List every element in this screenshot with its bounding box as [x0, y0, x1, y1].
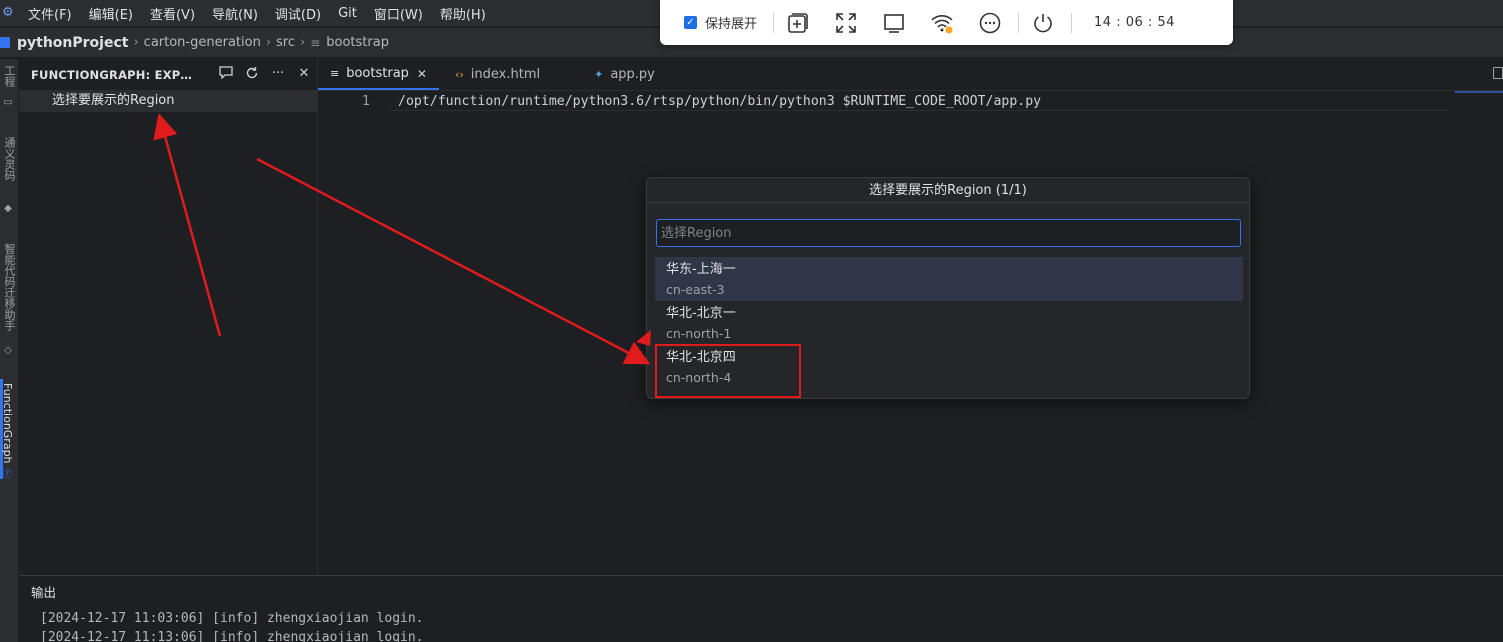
tab-bootstrap[interactable]: ≡ bootstrap ✕	[318, 59, 439, 90]
monitor-icon[interactable]	[870, 12, 918, 34]
popup-title: 选择要展示的Region (1/1)	[647, 178, 1249, 203]
option-label: 华东-上海一	[666, 262, 736, 277]
scrollbar-marker	[1455, 91, 1503, 93]
strip-functiongraph-label[interactable]: FunctionGraph	[1, 383, 14, 464]
project-icon[interactable]: ▭	[2, 97, 14, 109]
breadcrumb-file[interactable]: bootstrap	[326, 35, 389, 50]
menu-view[interactable]: 查看(V)	[150, 4, 195, 23]
more-actions-icon[interactable]: ···	[265, 66, 291, 84]
option-description: cn-east-3	[666, 282, 725, 297]
editor-tabs: ≡ bootstrap ✕ ‹› index.html ✦ app.py	[318, 59, 1503, 91]
output-line: [2024-12-17 11:13:06] [info] zhengxiaoji…	[40, 630, 424, 642]
option-label: 华北-北京一	[666, 306, 736, 321]
explorer-actions: ··· ✕	[213, 66, 317, 84]
output-title[interactable]: 输出	[19, 576, 1503, 609]
more-icon[interactable]	[966, 12, 1014, 34]
html-icon: ‹›	[454, 68, 464, 81]
text-file-icon: ≡	[330, 67, 340, 80]
close-icon[interactable]: ✕	[417, 67, 427, 81]
output-panel: 输出 [2024-12-17 11:03:06] [info] zhengxia…	[19, 575, 1503, 642]
power-icon[interactable]	[1019, 12, 1067, 34]
explorer-item-select-region[interactable]: 选择要展示的Region	[19, 90, 318, 112]
breadcrumb-separator-1: ›	[133, 35, 139, 50]
menu-edit[interactable]: 编辑(E)	[89, 4, 133, 23]
text-file-icon: ≡	[310, 35, 321, 50]
breadcrumb-separator-3: ›	[300, 35, 306, 50]
tab-app-py[interactable]: ✦ app.py	[592, 59, 717, 90]
line-number: 1	[362, 94, 370, 109]
explorer-header: FUNCTIONGRAPH: EXPLO··· ··· ✕	[19, 59, 317, 91]
add-window-icon[interactable]	[774, 12, 822, 34]
strip-lingma-label[interactable]: 通义灵码	[1, 137, 17, 181]
menu-navigate[interactable]: 导航(N)	[212, 4, 258, 23]
code-line[interactable]: /opt/function/runtime/python3.6/rtsp/pyt…	[398, 94, 1041, 109]
breadcrumb-separator-2: ›	[265, 35, 272, 50]
explorer-title: FUNCTIONGRAPH: EXPLO···	[31, 68, 197, 82]
session-timer: 14 : 06 : 54	[1094, 15, 1175, 30]
breadcrumb-project[interactable]: pythonProject	[17, 35, 128, 51]
comment-icon[interactable]	[213, 66, 239, 84]
close-icon[interactable]: ✕	[291, 66, 317, 84]
breadcrumb-folder-1[interactable]: carton-generation	[144, 35, 261, 50]
fullscreen-icon[interactable]	[822, 12, 870, 34]
tab-label: bootstrap	[346, 66, 409, 81]
tool-window-strip: ▭ 工程 ◆ 通义灵码 ◇ 智能代码迁移助手 FunctionGraph ⓕ	[0, 59, 19, 642]
tab-index-html[interactable]: ‹› index.html	[438, 59, 593, 90]
strip-project-label[interactable]: 工程	[1, 65, 17, 87]
output-line: [2024-12-17 11:03:06] [info] zhengxiaoji…	[40, 611, 424, 626]
tab-label: index.html	[470, 67, 541, 82]
region-option-cn-north-1[interactable]: 华北-北京一 cn-north-1	[655, 301, 1243, 345]
tab-label: app.py	[610, 67, 655, 82]
menu-file[interactable]: 文件(F)	[28, 4, 72, 23]
remote-toolbar: ✓ 保持展开 14 : 06 : 54	[660, 0, 1233, 45]
menu-window[interactable]: 窗口(W)	[374, 4, 423, 23]
option-description: cn-north-1	[666, 326, 732, 341]
breadcrumb-folder-2[interactable]: src	[276, 35, 295, 50]
refresh-icon[interactable]	[239, 66, 265, 84]
region-search-input[interactable]	[656, 219, 1241, 247]
split-editor-icon[interactable]	[1493, 67, 1503, 79]
annotation-highlight-box	[655, 344, 801, 398]
wifi-icon[interactable]	[918, 12, 966, 34]
app-logo-icon: ⚙	[2, 5, 14, 20]
functiongraph-explorer: FUNCTIONGRAPH: EXPLO··· ··· ✕ 选择要展示的Regi…	[19, 59, 318, 575]
keep-expanded-checkbox[interactable]: ✓	[684, 16, 697, 29]
migration-icon[interactable]: ◇	[2, 345, 14, 357]
toolbar-divider	[1071, 12, 1073, 33]
menu-debug[interactable]: 调试(D)	[275, 4, 321, 23]
keep-expanded-label[interactable]: 保持展开	[705, 13, 757, 32]
region-option-cn-east-3[interactable]: 华东-上海一 cn-east-3	[655, 257, 1243, 301]
menu-git[interactable]: Git	[338, 6, 357, 21]
python-icon: ✦	[594, 68, 604, 81]
lingma-icon[interactable]: ◆	[2, 203, 14, 215]
functiongraph-icon[interactable]: ⓕ	[2, 469, 14, 481]
folder-icon	[0, 37, 10, 48]
strip-migration-label[interactable]: 智能代码迁移助手	[1, 243, 17, 331]
menu-help[interactable]: 帮助(H)	[440, 4, 486, 23]
